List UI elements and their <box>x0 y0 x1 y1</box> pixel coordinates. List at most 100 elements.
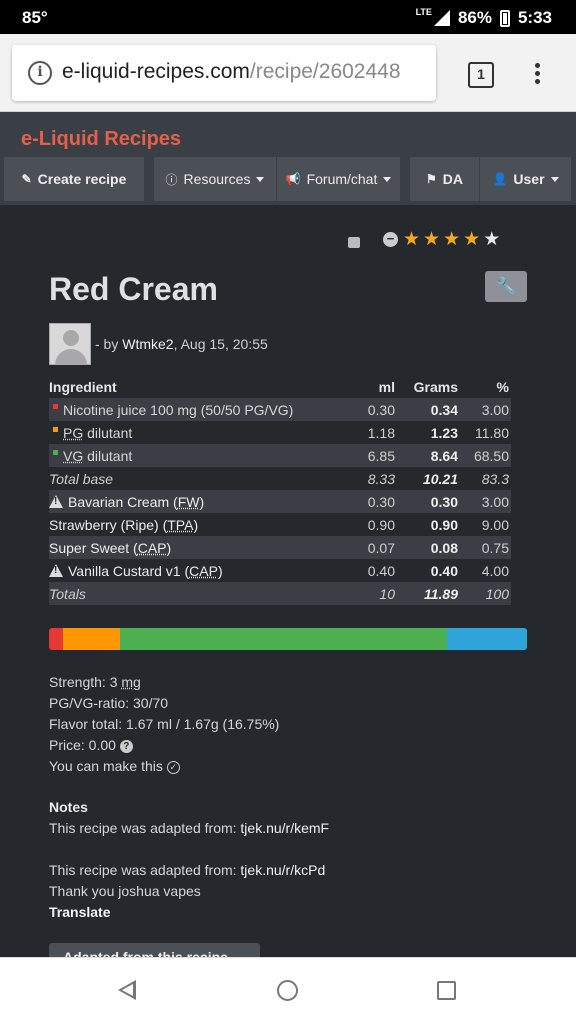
browser-toolbar: i e-liquid-recipes.com/recipe/2602448 1 <box>0 34 576 112</box>
note-link[interactable]: tjek.nu/r/kemF <box>240 820 329 836</box>
bullhorn-icon: 📢 <box>285 172 301 186</box>
author-link[interactable]: Wtmke2 <box>122 336 173 352</box>
wrench-button[interactable]: 🔧 <box>485 271 527 302</box>
comment-icon[interactable] <box>348 237 360 248</box>
strength-line: Strength: 3 mg <box>49 672 279 693</box>
star-icon[interactable]: ★ <box>403 230 420 249</box>
star-icon[interactable]: ★ <box>483 230 500 249</box>
notes-heading: Notes <box>49 799 88 815</box>
battery-charging-icon <box>499 9 510 27</box>
address-bar[interactable]: i e-liquid-recipes.com/recipe/2602448 <box>12 45 436 101</box>
ingredient-name: dilutant <box>83 447 133 464</box>
color-dot <box>53 427 58 432</box>
caret-down-icon <box>550 176 559 182</box>
make-text: You can make this <box>49 758 163 774</box>
info-icon[interactable]: i <box>28 61 52 85</box>
flavor-brand[interactable]: CAP <box>138 540 167 556</box>
star-icon[interactable]: ★ <box>443 230 460 249</box>
grams-value: 0.34 <box>430 401 458 418</box>
warning-icon[interactable] <box>49 564 63 577</box>
caret-down-icon <box>383 176 392 182</box>
percent-value: 83.3 <box>481 470 509 487</box>
price-text: Price: 0.00 <box>49 737 116 753</box>
nav-da[interactable]: ⚑ DA <box>410 157 480 201</box>
ml-value: 0.90 <box>367 516 395 533</box>
user-icon: 👤 <box>492 172 508 186</box>
table-row-flavor: Vanilla Custard v1 (CAP) 0.40 0.40 4.00 <box>49 559 511 582</box>
more-options-icon[interactable] <box>527 60 547 90</box>
flavor-brand[interactable]: CAP <box>189 563 218 579</box>
info-circle-icon: ⓘ <box>165 172 178 187</box>
ml-value: 6.85 <box>367 447 395 464</box>
recent-apps-icon[interactable] <box>437 981 456 1000</box>
flavor-brand[interactable]: TPA <box>167 517 193 533</box>
percent-value: 4.00 <box>481 562 509 579</box>
wrench-icon: 🔧 <box>496 278 516 295</box>
url-text[interactable]: e-liquid-recipes.com/recipe/2602448 <box>62 60 401 84</box>
home-icon[interactable] <box>277 980 298 1001</box>
ingredient-abbrev[interactable]: VG <box>63 448 83 464</box>
table-row-flavor: Super Sweet (CAP) 0.07 0.08 0.75 <box>49 536 511 559</box>
back-icon[interactable] <box>118 980 136 1000</box>
ingredient-table: Ingredient ml Grams % Nicotine juice 100… <box>49 375 511 605</box>
ml-value: 10 <box>379 585 395 602</box>
tab-switcher-button[interactable]: 1 <box>468 62 494 88</box>
flavor-brand[interactable]: FW <box>178 494 200 510</box>
star-icon[interactable]: ★ <box>463 230 480 249</box>
star-icon[interactable]: ★ <box>423 230 440 249</box>
caret-down-icon <box>256 176 265 182</box>
ml-value: 0.30 <box>367 493 395 510</box>
flavor-name[interactable]: Bavarian Cream ( <box>68 494 178 510</box>
ml-value: 0.40 <box>367 562 395 579</box>
header-percent: % <box>496 378 509 395</box>
recipe-stats: Strength: 3 mg PG/VG-ratio: 30/70 Flavor… <box>49 672 279 777</box>
header-ml: ml <box>378 378 395 395</box>
url-domain: e-liquid-recipes.com <box>62 60 250 83</box>
translate-link[interactable]: Translate <box>49 902 329 923</box>
nav-create-label: Create recipe <box>37 171 127 187</box>
note-text: This recipe was adapted from: <box>49 820 241 836</box>
percent-value: 3.00 <box>481 401 509 418</box>
ingredient-abbrev[interactable]: PG <box>63 425 83 441</box>
composition-segment <box>49 628 64 650</box>
ml-value: 8.33 <box>367 470 395 487</box>
pgvg-ratio: PG/VG-ratio: 30/70 <box>49 695 169 711</box>
strength-unit: mg <box>121 674 141 690</box>
adapted-from-button[interactable]: Adapted from this recipe <box>49 943 260 957</box>
price-line: Price: 0.00 ? <box>49 735 279 756</box>
flavor-name[interactable]: Super Sweet ( <box>49 540 138 556</box>
nav-user[interactable]: 👤 User <box>480 157 572 201</box>
table-row-vg: VG dilutant 6.85 8.64 68.50 <box>49 444 511 467</box>
strength-text: Strength: 3 <box>49 674 122 690</box>
nav-create-recipe[interactable]: ✎ Create recipe <box>4 157 145 201</box>
ingredient-name: Nicotine juice 100 mg (50/50 PG/VG) <box>63 401 294 418</box>
color-dot <box>53 404 58 409</box>
star-rating[interactable]: ★ ★ ★ ★ ★ <box>403 230 500 249</box>
author-avatar[interactable] <box>49 323 91 365</box>
signal-icon <box>433 10 450 26</box>
flavor-name[interactable]: Vanilla Custard v1 ( <box>68 563 189 579</box>
note-text: This recipe was adapted from: <box>49 862 241 878</box>
table-row-flavor: Bavarian Cream (FW) 0.30 0.30 3.00 <box>49 490 511 513</box>
help-icon[interactable]: ? <box>119 739 133 753</box>
nav-forum[interactable]: 📢 Forum/chat <box>277 157 401 201</box>
table-row-nicotine: Nicotine juice 100 mg (50/50 PG/VG) 0.30… <box>49 398 511 421</box>
grams-value: 0.40 <box>430 562 458 579</box>
ml-value: 1.18 <box>367 424 395 441</box>
check-circle-icon[interactable]: ✓ <box>166 760 180 774</box>
nav-forum-label: Forum/chat <box>306 171 378 187</box>
warning-icon[interactable] <box>49 495 63 508</box>
percent-value: 0.75 <box>481 539 509 556</box>
flavor-name[interactable]: Strawberry (Ripe) ( <box>49 517 167 533</box>
site-logo[interactable]: e-Liquid Recipes <box>21 128 181 151</box>
android-nav-bar <box>0 957 576 1024</box>
clear-rating-icon[interactable]: − <box>383 232 398 247</box>
ml-value: 0.07 <box>367 539 395 556</box>
network-type: LTE <box>415 7 432 17</box>
composition-segment <box>447 628 527 650</box>
note-link[interactable]: tjek.nu/r/kcPd <box>240 862 325 878</box>
header-ingredient: Ingredient <box>49 378 117 395</box>
nav-resources[interactable]: ⓘ Resources <box>154 157 277 201</box>
recipe-date: , Aug 15, 20:55 <box>173 336 268 352</box>
header-grams: Grams <box>413 378 458 395</box>
